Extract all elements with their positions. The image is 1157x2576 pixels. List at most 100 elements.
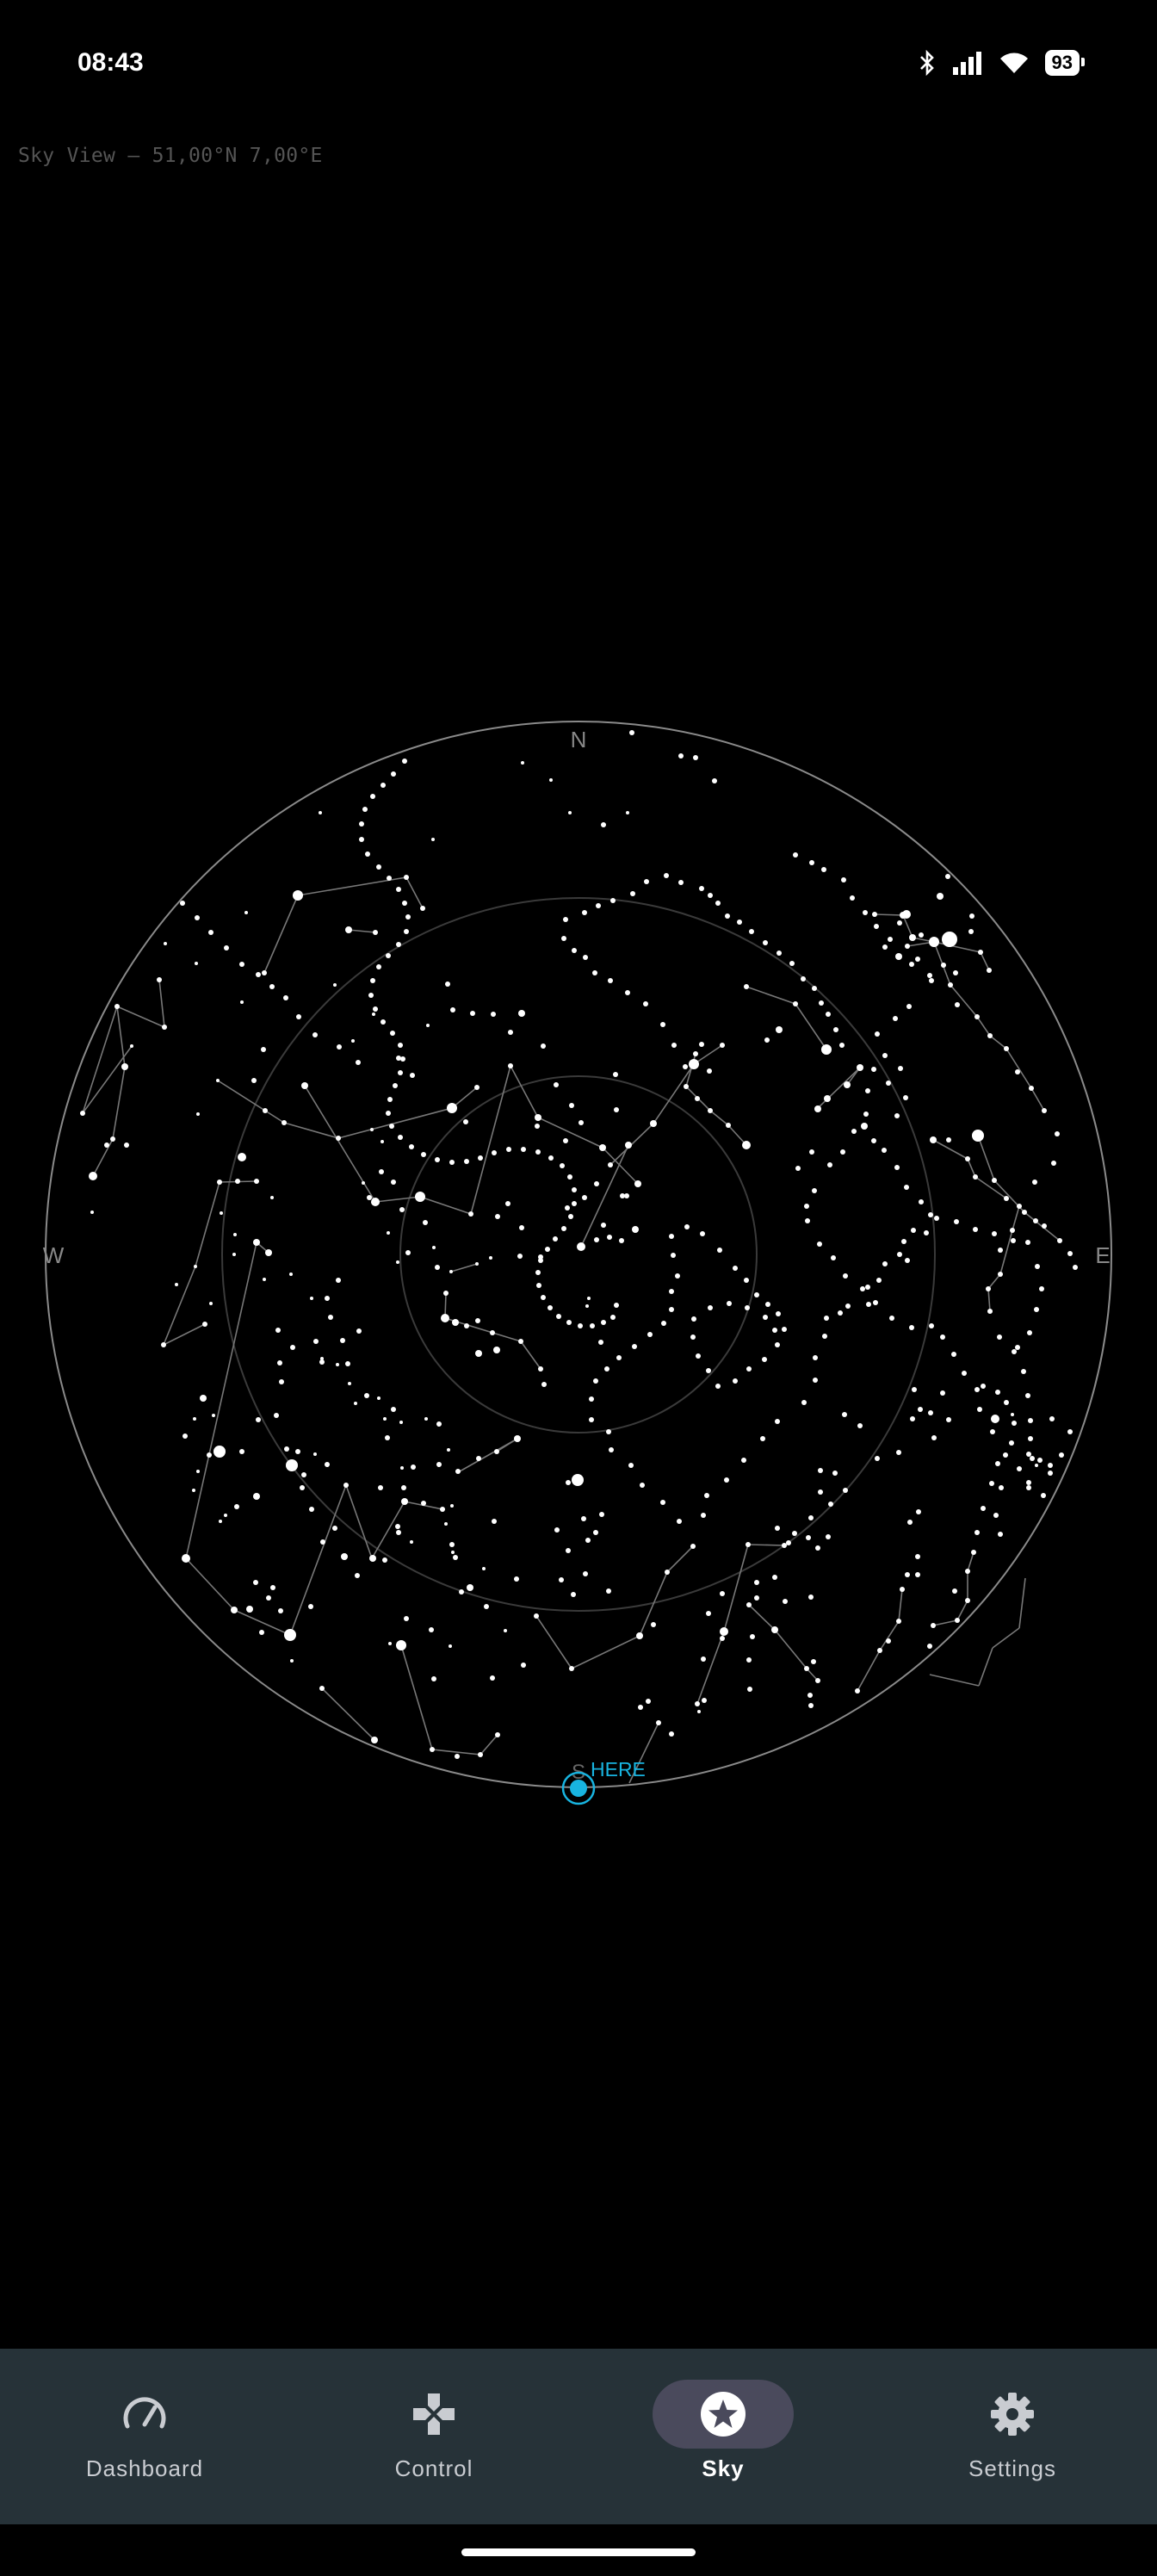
- star: [238, 1153, 246, 1161]
- star: [585, 1304, 589, 1308]
- constellation-line: [980, 951, 990, 971]
- star: [518, 1339, 523, 1344]
- star: [818, 1468, 823, 1473]
- star: [977, 1407, 982, 1412]
- compass-west: W: [43, 1242, 65, 1268]
- star: [906, 1004, 912, 1009]
- star: [447, 1448, 450, 1452]
- star: [871, 1067, 876, 1072]
- star: [567, 1174, 572, 1180]
- star: [897, 920, 902, 926]
- star: [239, 1449, 244, 1454]
- star: [746, 1542, 751, 1547]
- star: [841, 877, 846, 882]
- star: [965, 1569, 970, 1574]
- star: [373, 1006, 378, 1012]
- star: [827, 1162, 832, 1167]
- star: [916, 1509, 921, 1514]
- star: [989, 1481, 994, 1486]
- star: [660, 1500, 665, 1505]
- star: [521, 761, 524, 765]
- star: [195, 962, 198, 965]
- nav-control[interactable]: Control: [289, 2349, 578, 2524]
- nav-dashboard[interactable]: Dashboard: [0, 2349, 289, 2524]
- star: [805, 1218, 810, 1223]
- star: [568, 1214, 573, 1219]
- star: [196, 1470, 200, 1473]
- star: [894, 1165, 900, 1170]
- star: [786, 1540, 791, 1545]
- star: [665, 1570, 670, 1575]
- star: [594, 1237, 599, 1242]
- constellation-line: [857, 1650, 881, 1692]
- star: [1067, 1251, 1073, 1256]
- star: [812, 1188, 817, 1193]
- star: [860, 1286, 865, 1291]
- star: [270, 1196, 274, 1199]
- star: [263, 1278, 266, 1281]
- star: [628, 1463, 634, 1468]
- star: [999, 1485, 1004, 1490]
- star: [449, 1542, 455, 1547]
- star: [875, 1456, 880, 1461]
- star: [443, 1291, 449, 1296]
- nav-sky[interactable]: Sky: [578, 2349, 868, 2524]
- star: [901, 1239, 906, 1244]
- sky-map[interactable]: N W E S HERE: [0, 0, 1157, 2576]
- star: [313, 1339, 319, 1344]
- star: [217, 1180, 222, 1185]
- star: [831, 1255, 836, 1260]
- star: [396, 1260, 399, 1264]
- star: [875, 1031, 880, 1037]
- star: [514, 1576, 519, 1582]
- constellation-line: [116, 1006, 126, 1068]
- star: [930, 1136, 937, 1143]
- star: [997, 1334, 1002, 1340]
- star: [593, 1378, 598, 1384]
- star: [332, 1526, 337, 1531]
- star: [209, 1302, 213, 1305]
- star: [391, 1407, 396, 1412]
- star: [971, 1550, 976, 1555]
- star: [715, 901, 721, 906]
- nav-settings[interactable]: Settings: [868, 2349, 1157, 2524]
- star: [929, 978, 934, 983]
- constellation-line: [987, 1288, 991, 1312]
- star: [601, 1223, 606, 1228]
- star: [1021, 1369, 1026, 1374]
- star: [435, 1157, 440, 1162]
- star: [505, 1201, 510, 1206]
- star: [931, 1435, 937, 1440]
- star: [351, 1039, 355, 1043]
- star: [844, 1081, 851, 1088]
- star: [745, 1305, 750, 1310]
- nav-sky-label: Sky: [702, 2455, 745, 2481]
- star: [251, 1078, 257, 1083]
- star: [110, 1136, 115, 1142]
- star: [699, 1042, 704, 1047]
- star: [219, 1520, 222, 1523]
- star: [482, 1567, 486, 1570]
- star: [865, 1088, 870, 1093]
- constellation-line: [978, 1647, 993, 1687]
- star: [521, 1663, 526, 1668]
- star: [699, 886, 704, 891]
- star: [345, 926, 352, 933]
- star: [998, 1272, 1003, 1277]
- star: [940, 1390, 945, 1396]
- star: [669, 1731, 674, 1737]
- star: [1012, 1349, 1017, 1354]
- star: [1033, 1218, 1038, 1223]
- star: [468, 1211, 473, 1217]
- star: [164, 942, 167, 945]
- star: [589, 1417, 594, 1422]
- star: [636, 1632, 643, 1639]
- star: [706, 1368, 711, 1373]
- star: [608, 978, 613, 983]
- star: [919, 1199, 924, 1204]
- star: [828, 1502, 833, 1507]
- star: [535, 1270, 541, 1275]
- constellation-line: [723, 1544, 749, 1632]
- star: [256, 972, 261, 977]
- star: [404, 875, 409, 880]
